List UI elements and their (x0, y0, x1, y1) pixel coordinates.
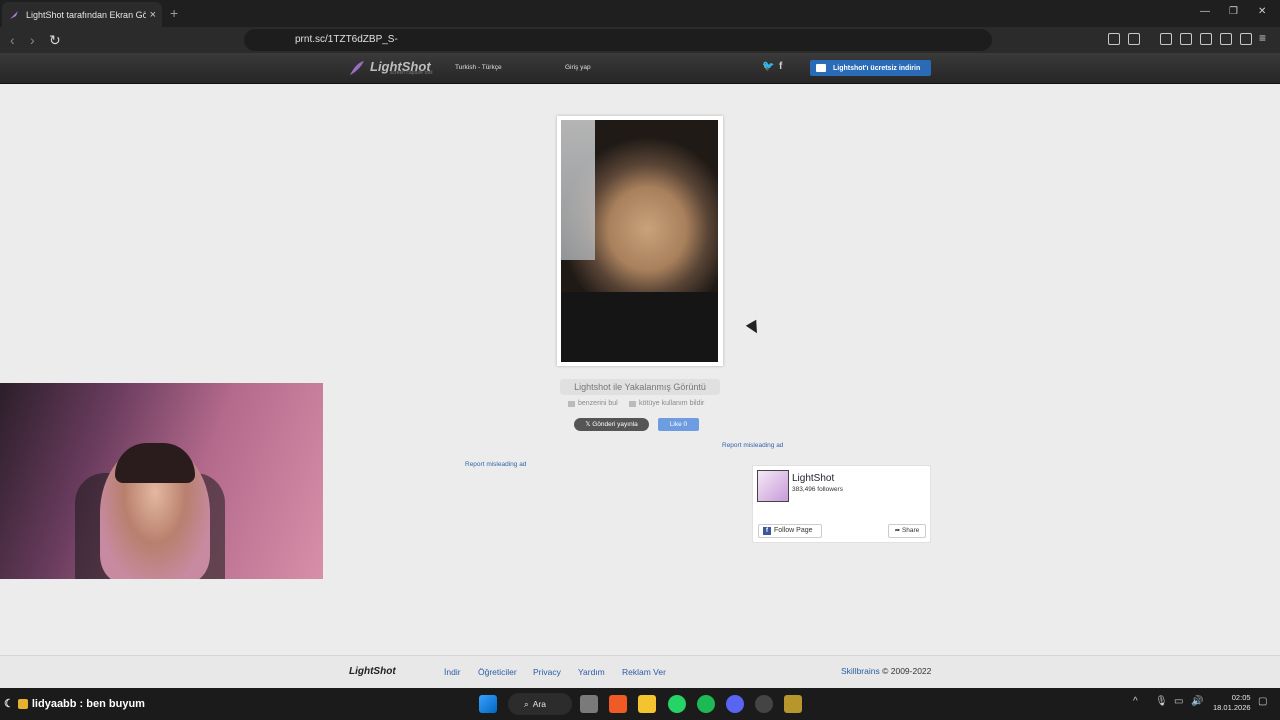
footer-link-download[interactable]: İndir (444, 667, 461, 677)
reload-icon[interactable]: ↻ (49, 32, 61, 49)
language-selector[interactable]: Turkish - Türkçe (455, 64, 502, 71)
footer-link-privacy[interactable]: Privacy (533, 667, 561, 677)
lightshot-logo[interactable]: LightShot screen capture tool (348, 59, 433, 77)
clock-time: 02:05 (1231, 693, 1251, 702)
music-icon[interactable] (1160, 33, 1172, 45)
browser-tab[interactable]: LightShot tarafından Ekran Görü × (2, 2, 162, 27)
close-tab-icon[interactable]: × (150, 9, 156, 21)
share-icon: ➦ (894, 527, 901, 534)
report-abuse-link[interactable]: kötüye kullanım bildir (629, 400, 704, 407)
volume-icon[interactable]: 🔊 (1191, 696, 1203, 707)
back-icon[interactable]: ‹ (10, 32, 15, 48)
browser-tab-bar: LightShot tarafından Ekran Görü × + — ❐ … (0, 0, 1280, 27)
logo-tagline: screen capture tool (390, 69, 433, 76)
browser-toolbar: ‹ › ↻ ⚐ prnt.sc/1TZT6dZBP_S- ≡ (0, 27, 1280, 53)
chat-overlay: ☾ lidyaabb : ben buyum (4, 697, 145, 711)
webcam-overlay (0, 383, 323, 579)
twitter-icon[interactable]: 🐦 (762, 61, 774, 72)
task-view-icon[interactable] (580, 695, 598, 713)
login-link[interactable]: Giriş yap (565, 64, 591, 71)
feather-icon (350, 61, 364, 75)
whatsapp-icon[interactable] (668, 695, 686, 713)
copyright-text: © 2009-2022 (879, 666, 932, 676)
microphone-icon[interactable]: 🎙 (1155, 696, 1168, 707)
vpn-icon[interactable] (1240, 33, 1252, 45)
app-icon[interactable] (755, 695, 773, 713)
facebook-icon: f (763, 527, 771, 535)
network-icon[interactable]: ▭ (1174, 696, 1183, 707)
find-similar-link[interactable]: benzerini bul (568, 400, 618, 407)
facebook-icon[interactable]: f (779, 61, 782, 72)
copyright: Skillbrains © 2009-2022 (841, 666, 931, 676)
flag-icon (629, 400, 636, 407)
download-icon (816, 64, 826, 72)
new-tab-button[interactable]: + (170, 5, 178, 21)
lightshot-favicon-icon (10, 10, 18, 19)
mouse-cursor-icon (745, 319, 763, 337)
page-footer: LightShot İndir Öğreticiler Privacy Yard… (0, 655, 1280, 688)
footer-link-advertise[interactable]: Reklam Ver (622, 667, 666, 677)
footer-link-help[interactable]: Yardım (578, 667, 605, 677)
league-icon[interactable] (784, 695, 802, 713)
download-button-label: Lightshot'ı ücretsiz indirin (833, 64, 921, 72)
taskbar-search[interactable]: ⌕ Ara (508, 693, 572, 715)
maximize-icon[interactable]: ❐ (1229, 6, 1238, 17)
follow-page-button[interactable]: f Follow Page (758, 524, 822, 538)
report-ad-link-right[interactable]: Report misleading ad (722, 442, 783, 449)
skillbrains-link[interactable]: Skillbrains (841, 666, 880, 676)
minimize-icon[interactable]: — (1200, 6, 1210, 17)
windows-taskbar: ☾ lidyaabb : ben buyum ⌕ Ara ^ 🎙 ▭ 🔊 02:… (0, 688, 1280, 720)
screenshot-image[interactable] (561, 120, 718, 362)
screenshot-frame (557, 116, 723, 366)
brave-icon[interactable] (609, 695, 627, 713)
spotify-icon[interactable] (697, 695, 715, 713)
lightshot-header: LightShot screen capture tool Turkish - … (0, 53, 1280, 84)
discord-icon[interactable] (726, 695, 744, 713)
streamer-hair (115, 443, 195, 483)
share-button[interactable]: ➦ Share (888, 524, 926, 538)
image-caption: Lightshot ile Yakalanmış Görüntü (560, 379, 720, 395)
page-avatar[interactable] (757, 470, 789, 502)
screenshot-icon[interactable] (1128, 33, 1140, 45)
notification-icon[interactable]: ▢ (1258, 696, 1267, 707)
footer-logo[interactable]: LightShot (349, 666, 396, 677)
chat-message: lidyaabb : ben buyum (31, 697, 145, 710)
report-abuse-label: kötüye kullanım bildir (639, 400, 705, 407)
sidebar-icon[interactable] (1180, 33, 1192, 45)
share-label: Share (901, 527, 920, 534)
system-clock[interactable]: 02:05 18.01.2026 (1213, 693, 1251, 713)
page-name[interactable]: LightShot (792, 473, 834, 484)
tweet-button[interactable]: 𝕏 Gönderi yayınla (574, 418, 649, 431)
like-button[interactable]: Like 0 (658, 418, 699, 431)
ai-icon[interactable] (1220, 33, 1232, 45)
address-bar[interactable]: prnt.sc/1TZT6dZBP_S- (244, 29, 992, 51)
extensions-icon[interactable] (1108, 33, 1120, 45)
shirt-area (561, 292, 718, 362)
image-icon (568, 400, 575, 407)
menu-icon[interactable]: ≡ (1259, 31, 1266, 45)
close-window-icon[interactable]: ✕ (1258, 6, 1266, 17)
report-ad-link-left[interactable]: Report misleading ad (465, 461, 526, 468)
tab-title: LightShot tarafından Ekran Görü (26, 9, 146, 20)
url-text[interactable]: prnt.sc/1TZT6dZBP_S- (295, 34, 398, 45)
clock-date: 18.01.2026 (1213, 703, 1251, 712)
find-similar-label: benzerini bul (578, 400, 618, 407)
search-label: Ara (532, 699, 546, 709)
moon-icon: ☾ (4, 698, 14, 710)
chat-badge-icon (17, 698, 28, 709)
start-icon[interactable] (479, 695, 497, 713)
file-explorer-icon[interactable] (638, 695, 656, 713)
facebook-page-widget: LightShot 383,496 followers f Follow Page… (752, 465, 931, 543)
footer-link-tutorials[interactable]: Öğreticiler (478, 667, 517, 677)
shelf-background (561, 120, 595, 260)
follower-count: 383,496 followers (792, 486, 843, 493)
download-button[interactable]: Lightshot'ı ücretsiz indirin (810, 60, 931, 76)
wallet-icon[interactable] (1200, 33, 1212, 45)
tray-chevron-icon[interactable]: ^ (1133, 696, 1138, 707)
search-icon: ⌕ (524, 698, 529, 709)
forward-icon[interactable]: › (30, 32, 35, 48)
follow-label: Follow Page (774, 527, 813, 534)
